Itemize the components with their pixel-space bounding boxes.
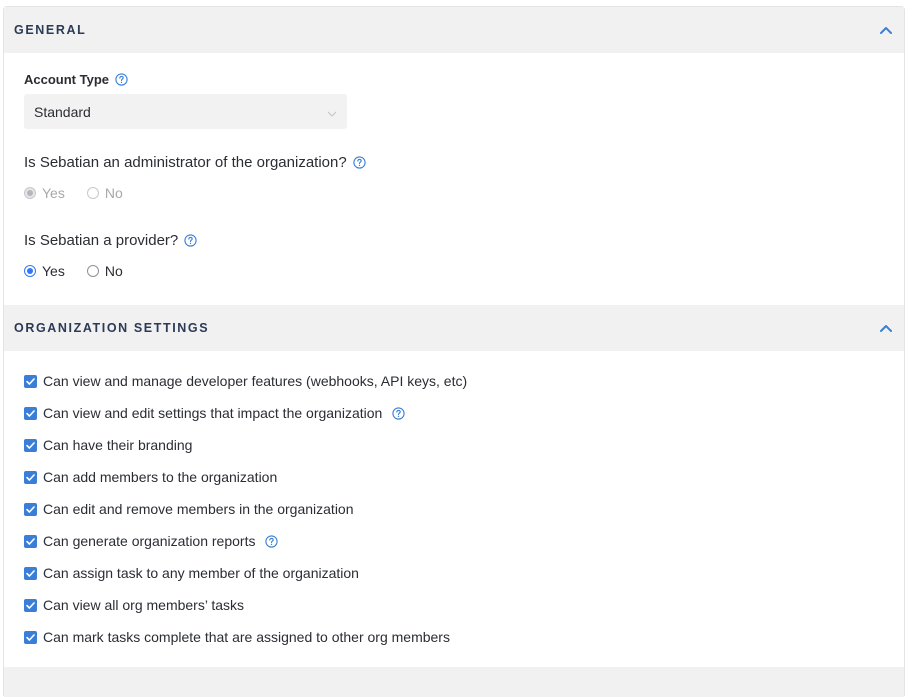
radio-circle	[86, 265, 99, 277]
org-setting-checkbox-row[interactable]: Can have their branding	[24, 436, 192, 454]
account-type-label: Account Type	[24, 72, 128, 87]
org-setting-checkbox-row[interactable]: Can mark tasks complete that are assigne…	[24, 628, 450, 646]
org-setting-label: Can view and manage developer features (…	[43, 373, 468, 389]
provider-yes-radio[interactable]: Yes	[24, 263, 65, 279]
chevron-up-icon[interactable]	[878, 320, 894, 336]
org-setting-checkbox-row[interactable]: Can edit and remove members in the organ…	[24, 500, 354, 518]
checkbox[interactable]	[24, 534, 37, 548]
org-setting-label: Can view and edit settings that impact t…	[43, 405, 383, 421]
chevron-up-icon[interactable]	[878, 22, 894, 38]
admin-question-text: Is Sebatian an administrator of the orga…	[24, 154, 347, 171]
org-settings-section-header[interactable]: ORGANIZATION SETTINGS	[4, 305, 904, 351]
radio-circle	[24, 187, 36, 199]
admin-question: Is Sebatian an administrator of the orga…	[24, 154, 366, 171]
org-setting-label: Can add members to the organization	[43, 469, 278, 485]
org-setting-checkbox-row[interactable]: Can generate organization reports	[24, 532, 279, 550]
next-section-header	[4, 667, 904, 697]
org-setting-label: Can have their branding	[43, 437, 193, 453]
checkbox[interactable]	[24, 502, 37, 516]
org-settings-section-title: ORGANIZATION SETTINGS	[14, 321, 210, 335]
question-circle-icon[interactable]	[184, 234, 197, 247]
checkmark-icon	[26, 633, 35, 641]
question-circle-icon[interactable]	[265, 534, 279, 548]
checkbox[interactable]	[24, 630, 37, 644]
provider-question: Is Sebatian a provider?	[24, 232, 197, 249]
checkmark-icon	[26, 377, 35, 385]
org-setting-label: Can edit and remove members in the organ…	[43, 501, 354, 517]
checkbox[interactable]	[24, 374, 37, 388]
org-setting-label: Can assign task to any member of the org…	[43, 565, 359, 581]
provider-yes-label: Yes	[42, 263, 65, 279]
question-circle-icon[interactable]	[353, 156, 366, 169]
admin-no-radio[interactable]: No	[86, 185, 123, 201]
provider-no-label: No	[104, 263, 123, 279]
checkbox[interactable]	[24, 406, 37, 420]
org-setting-checkbox-row[interactable]: Can view all org members’ tasks	[24, 596, 244, 614]
question-circle-icon[interactable]	[115, 73, 128, 86]
checkbox[interactable]	[24, 566, 37, 580]
general-section-header[interactable]: GENERAL	[4, 7, 904, 53]
checkmark-icon	[26, 601, 35, 609]
checkbox[interactable]	[24, 438, 37, 452]
account-type-label-text: Account Type	[24, 72, 109, 87]
checkmark-icon	[26, 505, 35, 513]
org-setting-label: Can generate organization reports	[43, 533, 256, 549]
checkmark-icon	[26, 537, 35, 545]
checkmark-icon	[26, 569, 35, 577]
org-setting-checkbox-row[interactable]: Can add members to the organization	[24, 468, 277, 486]
account-type-select[interactable]: Standard	[24, 94, 347, 129]
checkmark-icon	[26, 409, 35, 417]
admin-radio-group: Yes No	[24, 185, 145, 201]
checkmark-icon	[26, 441, 35, 449]
checkmark-icon	[26, 473, 35, 481]
admin-yes-label: Yes	[42, 185, 65, 201]
org-setting-checkbox-row[interactable]: Can view and edit settings that impact t…	[24, 404, 405, 422]
org-setting-checkbox-row[interactable]: Can view and manage developer features (…	[24, 372, 467, 390]
radio-circle	[24, 265, 36, 277]
org-setting-label: Can mark tasks complete that are assigne…	[43, 629, 450, 645]
account-type-value: Standard	[34, 103, 91, 120]
radio-circle	[86, 187, 99, 199]
settings-panel: GENERAL Account Type Standard Is Sebatia…	[3, 6, 905, 697]
admin-no-label: No	[104, 185, 123, 201]
provider-question-text: Is Sebatian a provider?	[24, 232, 179, 249]
checkbox[interactable]	[24, 470, 37, 484]
admin-yes-radio[interactable]: Yes	[24, 185, 65, 201]
checkbox[interactable]	[24, 598, 37, 612]
org-setting-checkbox-row[interactable]: Can assign task to any member of the org…	[24, 564, 359, 582]
question-circle-icon[interactable]	[392, 406, 405, 420]
provider-no-radio[interactable]: No	[86, 263, 123, 279]
org-setting-label: Can view all org members’ tasks	[43, 597, 244, 613]
chevron-down-icon	[327, 104, 337, 120]
provider-radio-group: Yes No	[24, 263, 145, 279]
general-section-title: GENERAL	[14, 23, 87, 37]
